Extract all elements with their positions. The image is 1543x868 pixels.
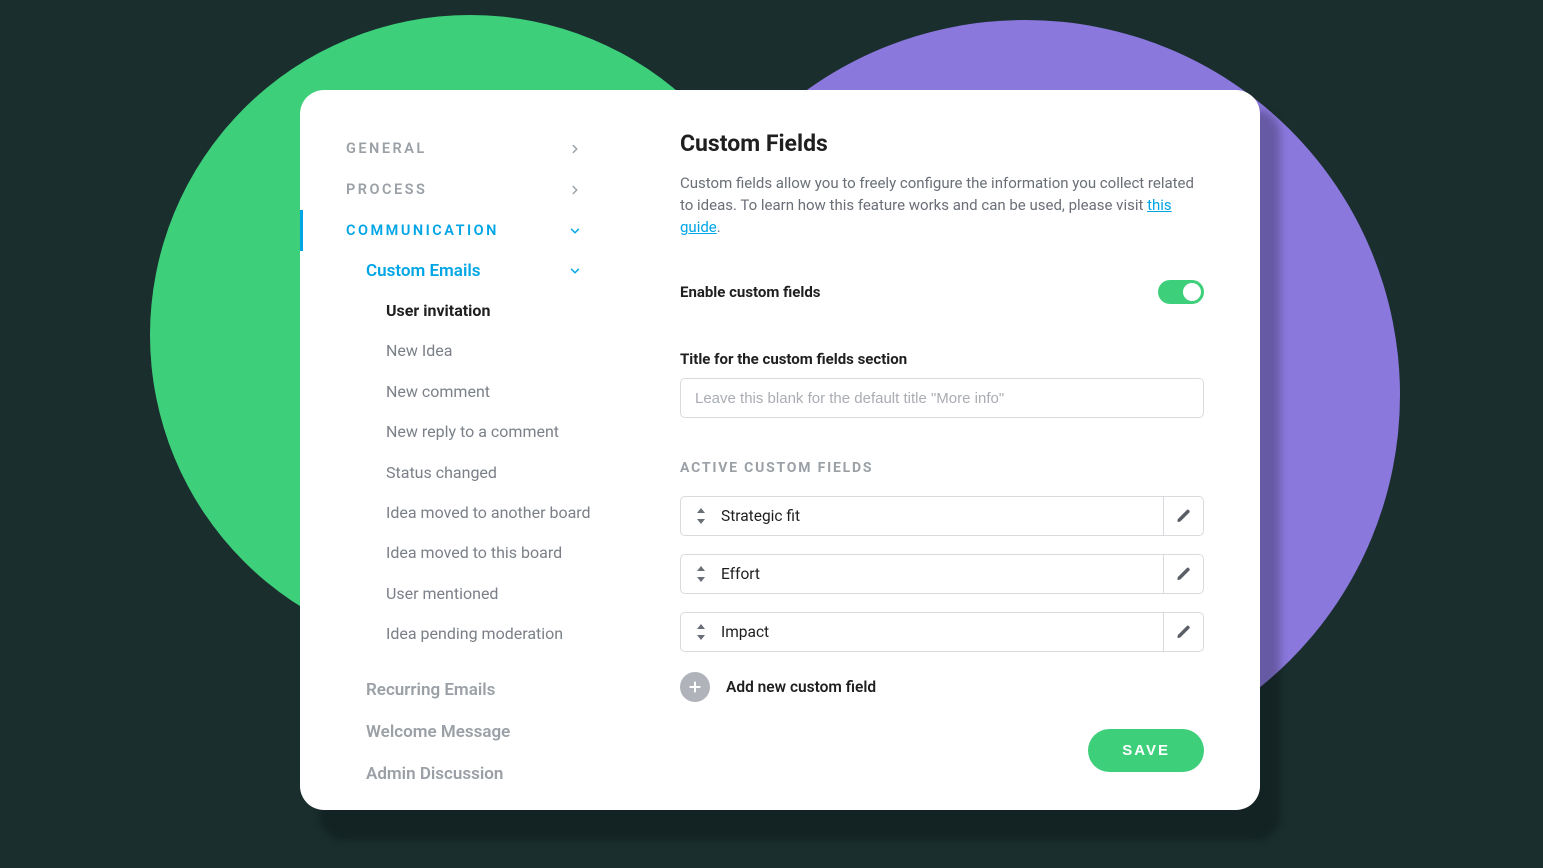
sidebar-leaf-new-idea[interactable]: New Idea	[300, 331, 630, 371]
sidebar-item-process[interactable]: PROCESS	[300, 169, 630, 210]
custom-field-row: Effort	[680, 554, 1204, 594]
sidebar-label: PROCESS	[346, 181, 427, 198]
settings-panel: GENERAL PROCESS COMMUNICATION Custom Ema…	[300, 90, 1260, 810]
plus-icon	[680, 672, 710, 702]
custom-field-label: Impact	[721, 613, 1163, 651]
active-fields-label: ACTIVE CUSTOM FIELDS	[680, 460, 1204, 476]
sidebar-label: GENERAL	[346, 140, 427, 157]
edit-button[interactable]	[1163, 555, 1203, 593]
sort-icon	[696, 508, 706, 524]
add-custom-field-button[interactable]: Add new custom field	[680, 672, 1204, 702]
drag-handle[interactable]	[681, 555, 721, 593]
sidebar-sub-custom-emails[interactable]: Custom Emails	[300, 251, 630, 291]
sidebar-leaf-status-changed[interactable]: Status changed	[300, 453, 630, 493]
pencil-icon	[1176, 624, 1192, 640]
sidebar-leaf-user-mentioned[interactable]: User mentioned	[300, 574, 630, 614]
chevron-right-icon	[568, 142, 582, 156]
chevron-right-icon	[568, 183, 582, 197]
custom-field-row: Impact	[680, 612, 1204, 652]
desc-text: Custom fields allow you to freely config…	[680, 174, 1194, 214]
custom-field-label: Effort	[721, 555, 1163, 593]
title-field-label: Title for the custom fields section	[680, 350, 1204, 368]
enable-row: Enable custom fields	[680, 280, 1204, 304]
sidebar-leaf-moved-another[interactable]: Idea moved to another board	[300, 493, 630, 533]
sidebar-item-general[interactable]: GENERAL	[300, 128, 630, 169]
drag-handle[interactable]	[681, 497, 721, 535]
edit-button[interactable]	[1163, 613, 1203, 651]
sidebar-leaf-new-reply[interactable]: New reply to a comment	[300, 412, 630, 452]
desc-text-end: .	[717, 218, 721, 236]
drag-handle[interactable]	[681, 613, 721, 651]
sidebar-sub-recurring[interactable]: Recurring Emails	[300, 669, 630, 711]
toggle-knob	[1183, 283, 1201, 301]
chevron-down-icon	[568, 264, 582, 278]
save-button[interactable]: SAVE	[1088, 729, 1204, 772]
sidebar-sub-admin[interactable]: Admin Discussion	[300, 753, 630, 795]
sidebar-leaf-pending-moderation[interactable]: Idea pending moderation	[300, 614, 630, 654]
enable-label: Enable custom fields	[680, 283, 820, 301]
sidebar-item-communication[interactable]: COMMUNICATION	[300, 210, 630, 251]
page-description: Custom fields allow you to freely config…	[680, 173, 1204, 238]
custom-field-label: Strategic fit	[721, 497, 1163, 535]
sidebar-sub-welcome[interactable]: Welcome Message	[300, 711, 630, 753]
sidebar: GENERAL PROCESS COMMUNICATION Custom Ema…	[300, 90, 630, 810]
sidebar-leaf-user-invitation[interactable]: User invitation	[300, 291, 630, 331]
sidebar-label: COMMUNICATION	[346, 222, 499, 239]
sidebar-leaf-moved-this[interactable]: Idea moved to this board	[300, 533, 630, 573]
sidebar-label: Custom Emails	[366, 261, 481, 281]
page-title: Custom Fields	[680, 130, 1204, 157]
sort-icon	[696, 624, 706, 640]
edit-button[interactable]	[1163, 497, 1203, 535]
pencil-icon	[1176, 566, 1192, 582]
sort-icon	[696, 566, 706, 582]
custom-field-row: Strategic fit	[680, 496, 1204, 536]
enable-toggle[interactable]	[1158, 280, 1204, 304]
add-label: Add new custom field	[726, 678, 876, 696]
pencil-icon	[1176, 508, 1192, 524]
chevron-down-icon	[568, 224, 582, 238]
content-area: Custom Fields Custom fields allow you to…	[630, 90, 1260, 810]
title-input[interactable]	[680, 378, 1204, 418]
sidebar-leaf-new-comment[interactable]: New comment	[300, 372, 630, 412]
